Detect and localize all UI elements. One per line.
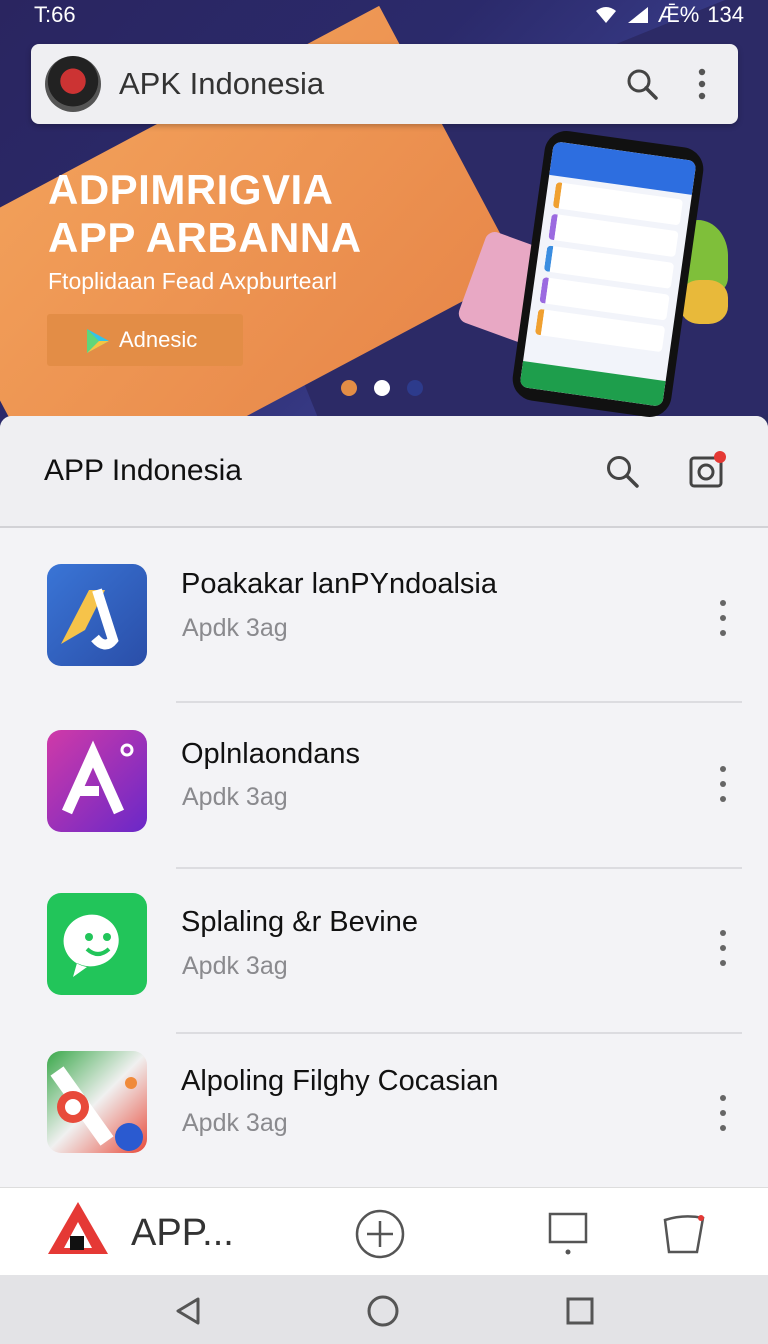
more-vert-icon[interactable] bbox=[680, 62, 724, 106]
hero-cta-label: Adnesic bbox=[119, 327, 198, 352]
search-icon[interactable] bbox=[598, 447, 646, 495]
notification-badge bbox=[714, 451, 726, 463]
status-icons: Ǣ% 134 bbox=[594, 2, 744, 28]
green-chat-app-icon bbox=[47, 893, 147, 995]
monitor-icon[interactable] bbox=[542, 1208, 594, 1260]
search-icon[interactable] bbox=[620, 62, 664, 106]
more-vert-icon[interactable] bbox=[714, 600, 732, 636]
status-time: T:66 bbox=[34, 2, 76, 27]
hero-title-line1: ADPIMRIGVIA bbox=[48, 166, 334, 213]
app-name: Alpoling Filghy Cocasian bbox=[181, 1065, 499, 1097]
status-extra: Ǣ% bbox=[657, 2, 700, 27]
panel-title: APP Indonesia bbox=[44, 454, 242, 487]
camera-icon[interactable] bbox=[682, 447, 730, 495]
carousel-indicator bbox=[341, 380, 423, 396]
more-vert-icon[interactable] bbox=[714, 766, 732, 802]
app-name: Oplnlaondans bbox=[181, 738, 360, 770]
hero-title: ADPIMRIGVIA APP ARBANNA bbox=[48, 166, 362, 262]
system-nav-bar bbox=[0, 1275, 768, 1344]
search-bar-title[interactable]: APK Indonesia bbox=[119, 66, 604, 102]
carousel-dot[interactable] bbox=[407, 380, 423, 396]
app-subtitle: Apdk 3ag bbox=[182, 614, 288, 642]
app-subtitle: Apdk 3ag bbox=[182, 952, 288, 980]
app-subtitle: Apdk 3ag bbox=[182, 783, 288, 811]
purple-app-icon bbox=[47, 730, 147, 832]
app-search-bar[interactable]: APK Indonesia bbox=[31, 44, 738, 124]
list-item[interactable]: Poakakar lanPYndoalsia Apdk 3ag bbox=[0, 532, 768, 698]
back-icon[interactable] bbox=[170, 1293, 206, 1329]
more-vert-icon[interactable] bbox=[714, 930, 732, 966]
wifi-icon bbox=[595, 7, 616, 23]
bottom-nav-label[interactable]: APP... bbox=[131, 1212, 234, 1255]
signal-icon bbox=[627, 7, 648, 23]
battery-level: 134 bbox=[707, 2, 744, 27]
list-item[interactable]: Oplnlaondans Apdk 3ag bbox=[0, 702, 768, 868]
panel-header: APP Indonesia bbox=[0, 416, 768, 528]
more-vert-icon[interactable] bbox=[714, 1095, 732, 1131]
maps-app-icon bbox=[47, 1051, 147, 1153]
app-name: Poakakar lanPYndoalsia bbox=[181, 568, 497, 600]
app-name: Splaling &r Bevine bbox=[181, 906, 418, 938]
list-item[interactable]: Alpoling Filghy Cocasian Apdk 3ag bbox=[0, 1033, 768, 1199]
blue-app-icon bbox=[47, 564, 147, 666]
recents-icon[interactable] bbox=[562, 1293, 598, 1329]
hero-title-line2: APP ARBANNA bbox=[48, 214, 362, 261]
status-bar: T:66 Ǣ% 134 bbox=[0, 0, 768, 30]
hero-subtitle: Ftoplidaan Fead Axpburtearl bbox=[48, 268, 337, 294]
home-icon[interactable] bbox=[365, 1293, 401, 1329]
carousel-dot-active[interactable] bbox=[374, 380, 390, 396]
bag-icon[interactable] bbox=[658, 1208, 710, 1260]
bottom-nav: APP... bbox=[0, 1187, 768, 1275]
play-store-icon bbox=[87, 329, 109, 353]
add-circle-icon[interactable] bbox=[354, 1208, 406, 1260]
carousel-dot[interactable] bbox=[341, 380, 357, 396]
list-item[interactable]: Splaling &r Bevine Apdk 3ag bbox=[0, 868, 768, 1034]
app-subtitle: Apdk 3ag bbox=[182, 1109, 288, 1137]
yellow-robot-illustration bbox=[680, 280, 728, 324]
hero-cta-button[interactable]: Adnesic bbox=[47, 314, 243, 366]
app-logo-icon[interactable] bbox=[46, 1200, 110, 1258]
avatar[interactable] bbox=[45, 56, 101, 112]
